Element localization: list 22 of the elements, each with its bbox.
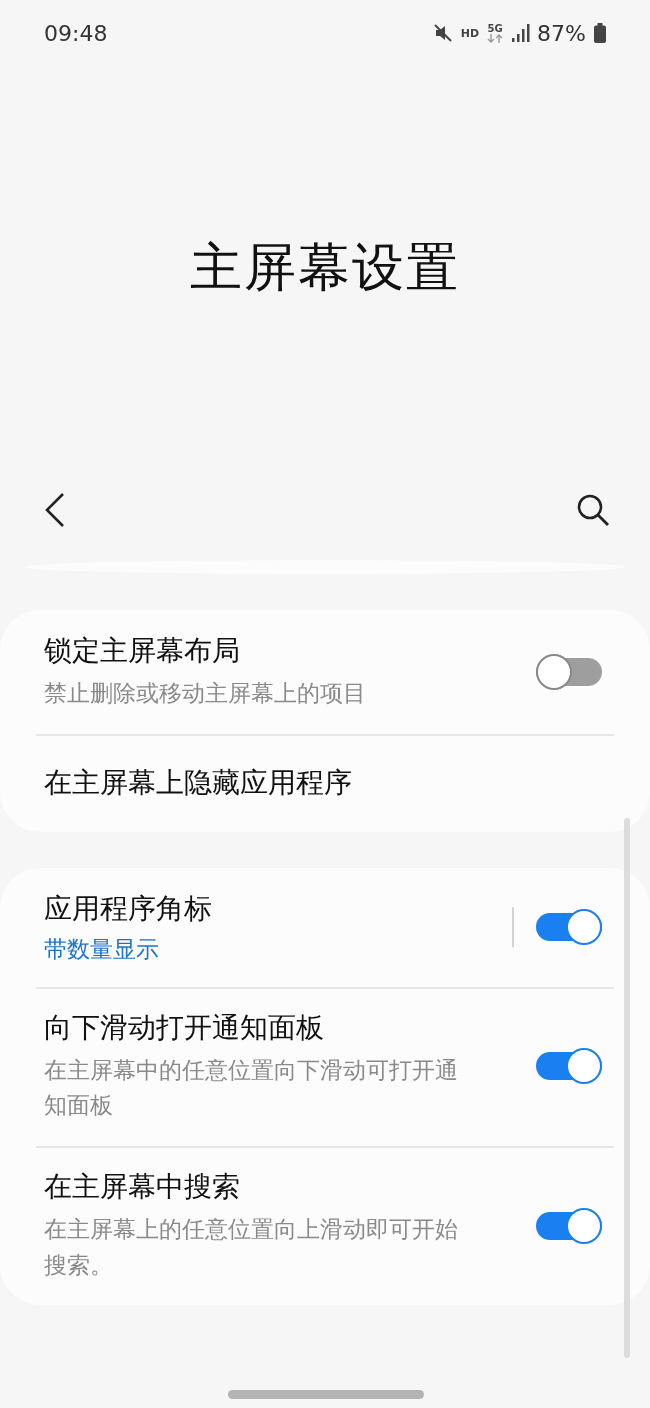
setting-title[interactable]: 向下滑动打开通知面板 [44,1008,476,1047]
toggle-switch[interactable] [536,1048,602,1085]
page-title: 主屏幕设置 [190,236,460,299]
toggle-switch[interactable] [536,1207,602,1244]
setting-summary: 在主屏幕中的任意位置向下滑动可打开通知面板 [44,1055,459,1121]
setting-title[interactable]: 在主屏幕中搜索 [44,1167,476,1206]
setting-summary: 禁止删除或移动主屏幕上的项目 [44,679,367,708]
signal-icon [511,24,532,42]
hd-label: HD [460,26,480,40]
setting-title[interactable]: 应用程序角标 [44,889,476,928]
setting-title[interactable]: 在主屏幕上隐藏应用程序 [44,763,476,802]
setting-summary: 在主屏幕上的任意位置向上滑动即可开始搜索。 [44,1214,459,1280]
setting-title[interactable]: 锁定主屏幕布局 [44,632,476,670]
setting-value: 带数量显示 [44,934,160,964]
toggle-switch[interactable] [536,653,602,690]
toggle-switch[interactable] [536,909,602,946]
status-time: 09:48 [44,20,108,46]
data-arrows-icon [487,33,504,43]
network-type: 5G [487,23,503,34]
mute-icon [432,23,453,43]
battery-percent: 87% [537,20,586,46]
battery-icon [594,23,606,43]
